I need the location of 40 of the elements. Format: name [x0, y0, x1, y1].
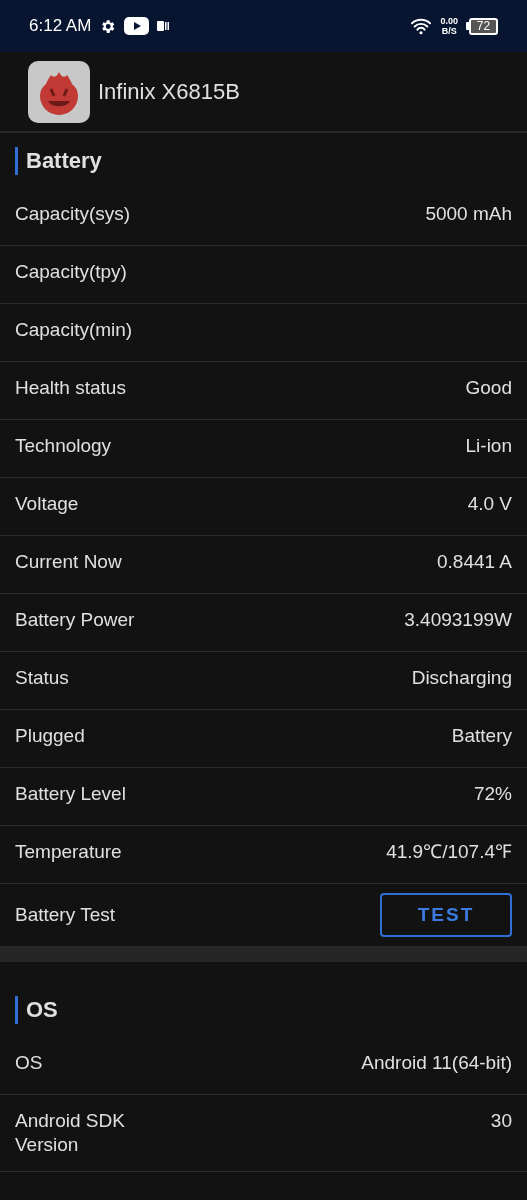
row-value: 5000 mAh: [425, 202, 512, 226]
row-label: Temperature: [15, 840, 122, 864]
test-button[interactable]: TEST: [380, 893, 512, 937]
row-label: Voltage: [15, 492, 79, 516]
row-label: Capacity(tpy): [15, 260, 127, 284]
row-value: Li-ion: [465, 434, 512, 458]
battery-icon: 72: [466, 17, 498, 35]
row-label: Android SDK Version: [15, 1109, 126, 1157]
network-unit: B/S: [441, 26, 457, 36]
row-value: 30: [490, 1109, 512, 1133]
row-label: Capacity(sys): [15, 202, 131, 226]
row-value: 0.8441 A: [436, 550, 512, 574]
row-label: Battery Power: [15, 608, 135, 632]
row-value: 3.4093199W: [404, 608, 512, 632]
device-name: Infinix X6815B: [98, 78, 240, 106]
play-icon: [124, 17, 150, 35]
row-label: Capacity(min): [15, 318, 133, 342]
row-label: Plugged: [15, 724, 85, 748]
wifi-icon: [410, 17, 433, 35]
section-title: OS: [26, 996, 58, 1024]
row-value: Battery: [451, 724, 512, 748]
gear-icon: [99, 17, 117, 35]
row-value: Good: [465, 376, 512, 400]
row-label: Status: [15, 666, 69, 690]
notification-icon: [157, 20, 170, 32]
row-label: Battery Test: [15, 902, 115, 927]
row-label: Battery Level: [15, 782, 126, 806]
row-label: Current Now: [15, 550, 122, 574]
row-label: OS: [15, 1051, 43, 1075]
row-value: 41.9℃/107.4℉: [386, 840, 512, 864]
row-value: Discharging: [411, 666, 512, 690]
network-speed: 0.00: [440, 16, 458, 26]
row-label: Technology: [15, 434, 112, 458]
app-logo-icon: [28, 60, 90, 123]
row-value: 4.0 V: [467, 492, 512, 516]
section-title: Battery: [26, 147, 102, 175]
row-value: Android 11(64-bit): [361, 1051, 512, 1075]
row-label: Health status: [15, 376, 126, 400]
clock: 6:12 AM: [29, 15, 92, 38]
row-value: 72%: [473, 782, 512, 806]
